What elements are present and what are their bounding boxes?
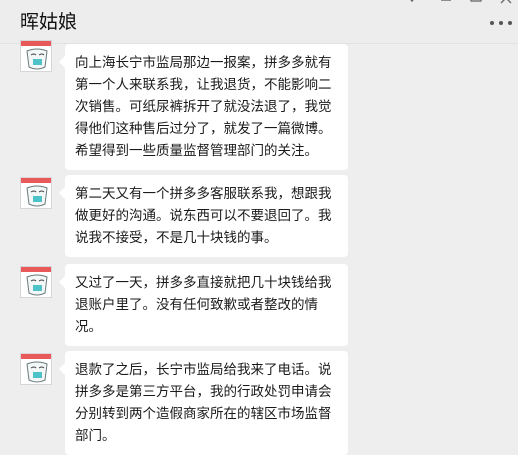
- sticker-avatar-icon[interactable]: [20, 40, 52, 72]
- sticker-avatar-icon[interactable]: [20, 266, 52, 298]
- pin-icon[interactable]: [406, 0, 418, 4]
- message-bubble[interactable]: 向上海长宁市监局那边一报案，拼多多就有第一个人来联系我，让我退货，不能影响二次销…: [59, 44, 348, 170]
- message-bubble[interactable]: 第二天又有一个拼多多客服联系我，想跟我做更好的沟通。说东西可以不要退回了。我说我…: [59, 175, 348, 257]
- chat-title: 晖姑娘: [20, 11, 78, 33]
- minimize-icon[interactable]: [440, 0, 452, 4]
- sticker-avatar-icon[interactable]: [20, 353, 52, 385]
- message-bubble[interactable]: 退款了之后，长宁市监局给我来了电话。说拼多多是第三方平台，我的行政处罚申请会分别…: [59, 351, 348, 455]
- sticker-avatar-icon[interactable]: [20, 177, 52, 209]
- maximize-icon[interactable]: [470, 0, 482, 4]
- message-bubble[interactable]: 又过了一天，拼多多直接就把几十块钱给我退账户里了。没有任何致歉或者整改的情况。: [59, 264, 348, 346]
- close-icon[interactable]: [500, 0, 512, 4]
- top-bar: 晖姑娘: [0, 0, 518, 44]
- more-dots-icon[interactable]: [490, 20, 512, 26]
